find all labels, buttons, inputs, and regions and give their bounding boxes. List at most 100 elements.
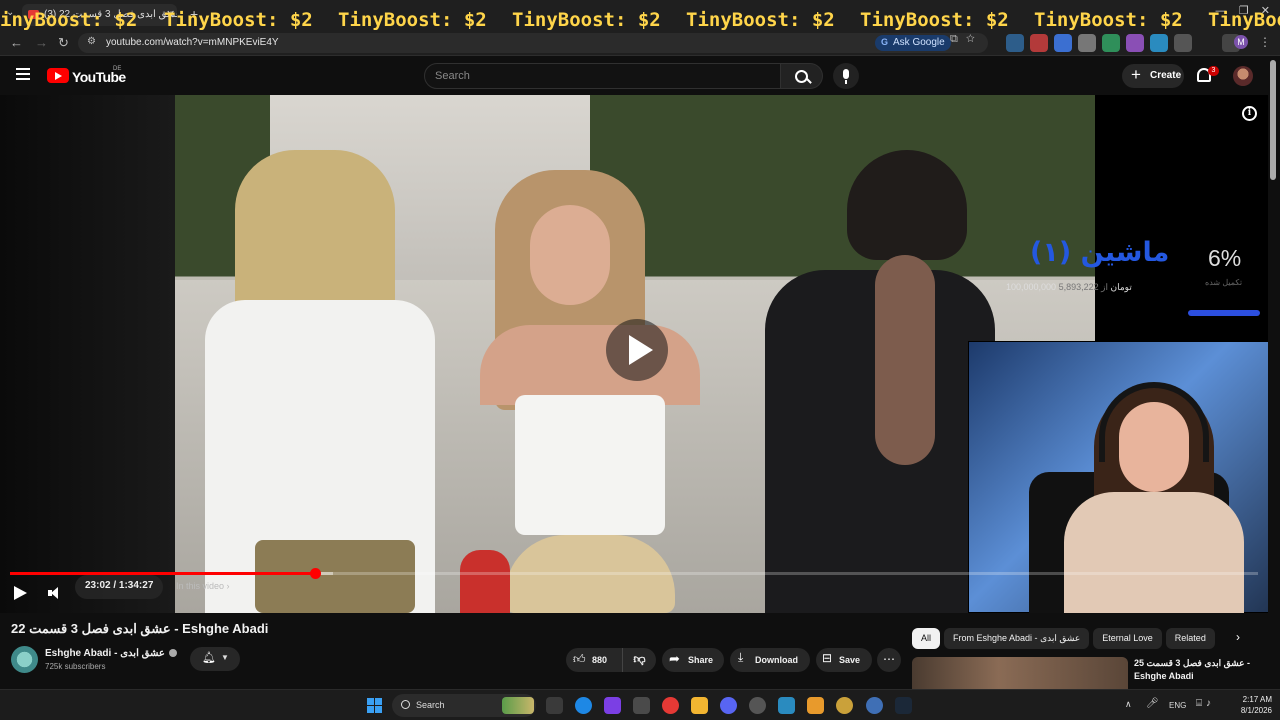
settings-icon[interactable] bbox=[749, 697, 766, 714]
window-controls[interactable]: — ❐ ✕ bbox=[1215, 4, 1270, 17]
clock-time[interactable]: 2:17 AM bbox=[1234, 695, 1272, 704]
extension-icons bbox=[1006, 34, 1240, 52]
windows-start-icon[interactable] bbox=[367, 698, 382, 713]
reload-icon[interactable]: ↻ bbox=[58, 35, 69, 51]
app-icon[interactable] bbox=[866, 697, 883, 714]
related-filter-chips: All From Eshghe Abadi - عشق ابدی Eternal L… bbox=[912, 628, 1219, 650]
recommended-video-title[interactable]: عشق ابدی فصل 3 قسمت 25 - Eshghe Abadi bbox=[1134, 657, 1264, 683]
subscriber-count: 725k subscribers bbox=[45, 662, 106, 671]
start-logo-tile bbox=[367, 698, 374, 705]
forward-icon[interactable]: → bbox=[35, 35, 48, 50]
video-player[interactable]: ماشین (۱) 100,000,000 تومان از 5,893,222… bbox=[0, 95, 1268, 613]
search-icon[interactable] bbox=[781, 63, 823, 89]
extension-icon[interactable] bbox=[1030, 34, 1048, 52]
extension-icon[interactable] bbox=[1102, 34, 1120, 52]
page-scrollbar[interactable] bbox=[1270, 60, 1276, 180]
chrome-icon[interactable] bbox=[662, 697, 679, 714]
video-title: عشق ابدی فصل 3 قسمت 22 - Eshghe Abadi bbox=[11, 621, 269, 636]
back-icon[interactable]: ← bbox=[10, 35, 23, 50]
taskbar-search[interactable]: Search bbox=[392, 694, 536, 717]
country-code: DE bbox=[113, 66, 122, 72]
stream-goal-bar bbox=[1188, 310, 1260, 316]
webcam-headset bbox=[1099, 382, 1209, 462]
download-label: Download bbox=[755, 655, 798, 665]
tab-title: (3) عشق ابدی فصل 3 قسمت 22 bbox=[44, 9, 177, 20]
start-logo-tile bbox=[367, 706, 374, 713]
volume-icon[interactable] bbox=[48, 587, 62, 599]
dislike-button[interactable]: 👎︎ bbox=[622, 648, 656, 672]
edge-icon[interactable] bbox=[575, 697, 592, 714]
search-highlight-icon bbox=[502, 697, 534, 714]
youtube-logo-icon[interactable] bbox=[47, 68, 69, 83]
discord-icon[interactable] bbox=[720, 697, 737, 714]
url-text[interactable]: youtube.com/watch?v=mMNPKEviE4Y bbox=[106, 37, 279, 48]
create-button[interactable]: Create bbox=[1122, 64, 1184, 88]
chevron-down-icon: ▼ bbox=[221, 653, 229, 662]
filter-chip[interactable]: From Eshghe Abadi - عشق ابدی bbox=[944, 628, 1090, 649]
big-play-icon[interactable] bbox=[606, 319, 668, 381]
channel-avatar[interactable] bbox=[11, 646, 38, 673]
obs-icon[interactable] bbox=[633, 697, 650, 714]
file-explorer-icon[interactable] bbox=[691, 697, 708, 714]
ask-google-button[interactable]: Ask Google bbox=[875, 35, 951, 51]
hamburger-menu-icon[interactable] bbox=[16, 68, 30, 80]
in-this-video-chip[interactable]: In this video › bbox=[168, 575, 240, 599]
info-icon[interactable]: i bbox=[1242, 106, 1257, 121]
extension-icon[interactable] bbox=[1006, 34, 1024, 52]
url-omnibox[interactable]: ⚙ youtube.com/watch?v=mMNPKEviE4Y Ask Go… bbox=[78, 33, 988, 53]
site-info-icon[interactable]: ⚙ bbox=[87, 36, 96, 47]
taskbar-search-label: Search bbox=[416, 700, 445, 710]
search-input[interactable] bbox=[435, 70, 765, 82]
account-avatar[interactable] bbox=[1233, 66, 1253, 86]
filter-chip[interactable]: Eternal Love bbox=[1093, 628, 1162, 649]
browser-profile-avatar[interactable]: M bbox=[1234, 35, 1248, 49]
windows-taskbar: Search ∧ 🎤︎ ENG ⌸♪ 2:17 AM 8/1/2026 bbox=[0, 689, 1280, 720]
channel-name[interactable]: Eshghe Abadi - عشق ابدی bbox=[45, 648, 177, 659]
extension-icon[interactable] bbox=[1078, 34, 1096, 52]
app-icon[interactable] bbox=[836, 697, 853, 714]
extension-icon[interactable] bbox=[1150, 34, 1168, 52]
share-label: Share bbox=[688, 655, 714, 665]
extensions-puzzle-icon[interactable] bbox=[1174, 34, 1192, 52]
more-actions-icon[interactable]: ⋯ bbox=[877, 648, 901, 672]
tab-close-icon[interactable]: ✕ bbox=[166, 8, 175, 21]
tray-overflow-icon[interactable]: ∧ bbox=[1125, 699, 1132, 710]
clock-date[interactable]: 8/1/2026 bbox=[1230, 706, 1272, 715]
stream-goal-percent-label: تکمیل شده bbox=[1205, 278, 1243, 287]
extension-icon[interactable] bbox=[1126, 34, 1144, 52]
video-frame-left-margin bbox=[0, 95, 175, 613]
play-icon[interactable] bbox=[14, 586, 27, 600]
youtube-favicon-icon bbox=[28, 10, 39, 19]
task-view-icon[interactable] bbox=[546, 697, 563, 714]
input-language[interactable]: ENG bbox=[1169, 701, 1186, 710]
microphone-icon[interactable] bbox=[833, 63, 859, 89]
tab-list-chevron-icon[interactable]: ⌄ bbox=[6, 7, 14, 18]
browser-menu-icon[interactable]: ⋮ bbox=[1259, 35, 1271, 49]
channel-name-text[interactable]: Eshghe Abadi - عشق ابدی bbox=[45, 648, 165, 659]
filter-chip[interactable]: All bbox=[912, 628, 941, 649]
omnibox-action-icons[interactable]: ⧉☆ bbox=[950, 33, 983, 46]
progress-scrubber-handle[interactable] bbox=[309, 568, 321, 579]
browser-tab[interactable]: (3) عشق ابدی فصل 3 قسمت 22 bbox=[22, 4, 177, 26]
steam-icon[interactable] bbox=[895, 697, 912, 714]
network-volume-icons[interactable]: ⌸♪ bbox=[1196, 698, 1215, 709]
subscription-notifications-button[interactable]: 🔔︎ ▼ bbox=[190, 647, 240, 671]
vscode-icon[interactable] bbox=[778, 697, 795, 714]
video-person bbox=[255, 540, 415, 613]
new-tab-icon[interactable]: + bbox=[190, 6, 198, 22]
recommended-video-thumbnail[interactable] bbox=[912, 657, 1128, 689]
filter-chip[interactable]: Related bbox=[1165, 628, 1215, 649]
app-icon[interactable] bbox=[807, 697, 824, 714]
like-count: 880 bbox=[592, 655, 608, 665]
tray-mic-icon[interactable]: 🎤︎ bbox=[1146, 698, 1159, 709]
extension-icon[interactable] bbox=[1054, 34, 1072, 52]
create-button-label: Create bbox=[1150, 70, 1182, 81]
video-chair bbox=[460, 550, 510, 613]
bell-icon: 🔔︎ bbox=[202, 652, 216, 664]
thumbs-up-icon: 👍︎ bbox=[573, 652, 586, 666]
video-person bbox=[515, 395, 665, 535]
chevron-right-icon[interactable]: › bbox=[1236, 630, 1240, 644]
start-logo-tile bbox=[375, 706, 382, 713]
app-r-icon[interactable] bbox=[604, 697, 621, 714]
